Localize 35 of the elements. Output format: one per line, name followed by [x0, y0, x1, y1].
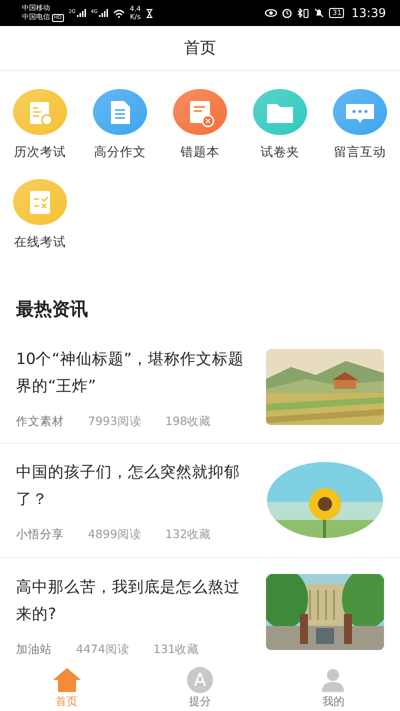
hourglass-icon: [146, 8, 153, 18]
read-count: 4899阅读: [88, 526, 142, 542]
shortcut-item[interactable]: 试卷夹: [240, 89, 320, 161]
article-source: 加油站: [16, 642, 52, 657]
signal-icon: [76, 9, 86, 17]
read-count: 4474阅读: [76, 642, 130, 657]
person-icon: [320, 667, 346, 693]
eye-icon: [265, 9, 278, 17]
favorite-count: 198收藏: [165, 414, 212, 429]
section-title: 最热资讯: [15, 298, 89, 322]
wifi-icon: [112, 8, 125, 18]
signal-icon: [98, 9, 108, 17]
article-title: 中国的孩子们，怎么突然就抑郁了？: [16, 462, 241, 510]
article-title: 高中那么苦，我到底是怎么熬过来的?: [16, 576, 241, 625]
page-title: 首页: [184, 38, 216, 58]
favorite-count: 131收藏: [153, 642, 200, 657]
news-card[interactable]: 中国的孩子们，怎么突然就抑郁了？ 小悟分享 4899阅读 132收藏: [0, 444, 400, 558]
article-title: 10个“神仙标题”，堪称作文标题界的“王炸”: [16, 348, 245, 397]
home-icon: [52, 667, 82, 693]
article-source: 作文素材: [16, 414, 64, 429]
alarm-icon: [282, 8, 292, 18]
shortcut-item[interactable]: 留言互动: [320, 89, 400, 161]
tab[interactable]: 我的: [266, 659, 400, 711]
shortcut-item[interactable]: 在线考试: [0, 179, 80, 251]
article-source: 小悟分享: [16, 526, 64, 542]
shortcut-item[interactable]: 高分作文: [80, 89, 160, 161]
shortcut-item[interactable]: 历次考试: [0, 89, 80, 161]
mute-icon: [314, 8, 324, 18]
shortcut-item[interactable]: 错题本: [160, 89, 240, 161]
favorite-count: 132收藏: [165, 526, 212, 542]
bluetooth-icon: [297, 8, 310, 18]
news-card[interactable]: 10个“神仙标题”，堪称作文标题界的“王炸” 作文素材 7993阅读 198收藏: [0, 331, 400, 444]
read-count: 7993阅读: [88, 414, 142, 429]
clock-time: 13:39: [351, 6, 386, 20]
news-card[interactable]: 高中那么苦，我到底是怎么熬过来的? 加油站 4474阅读 131收藏: [0, 558, 400, 660]
